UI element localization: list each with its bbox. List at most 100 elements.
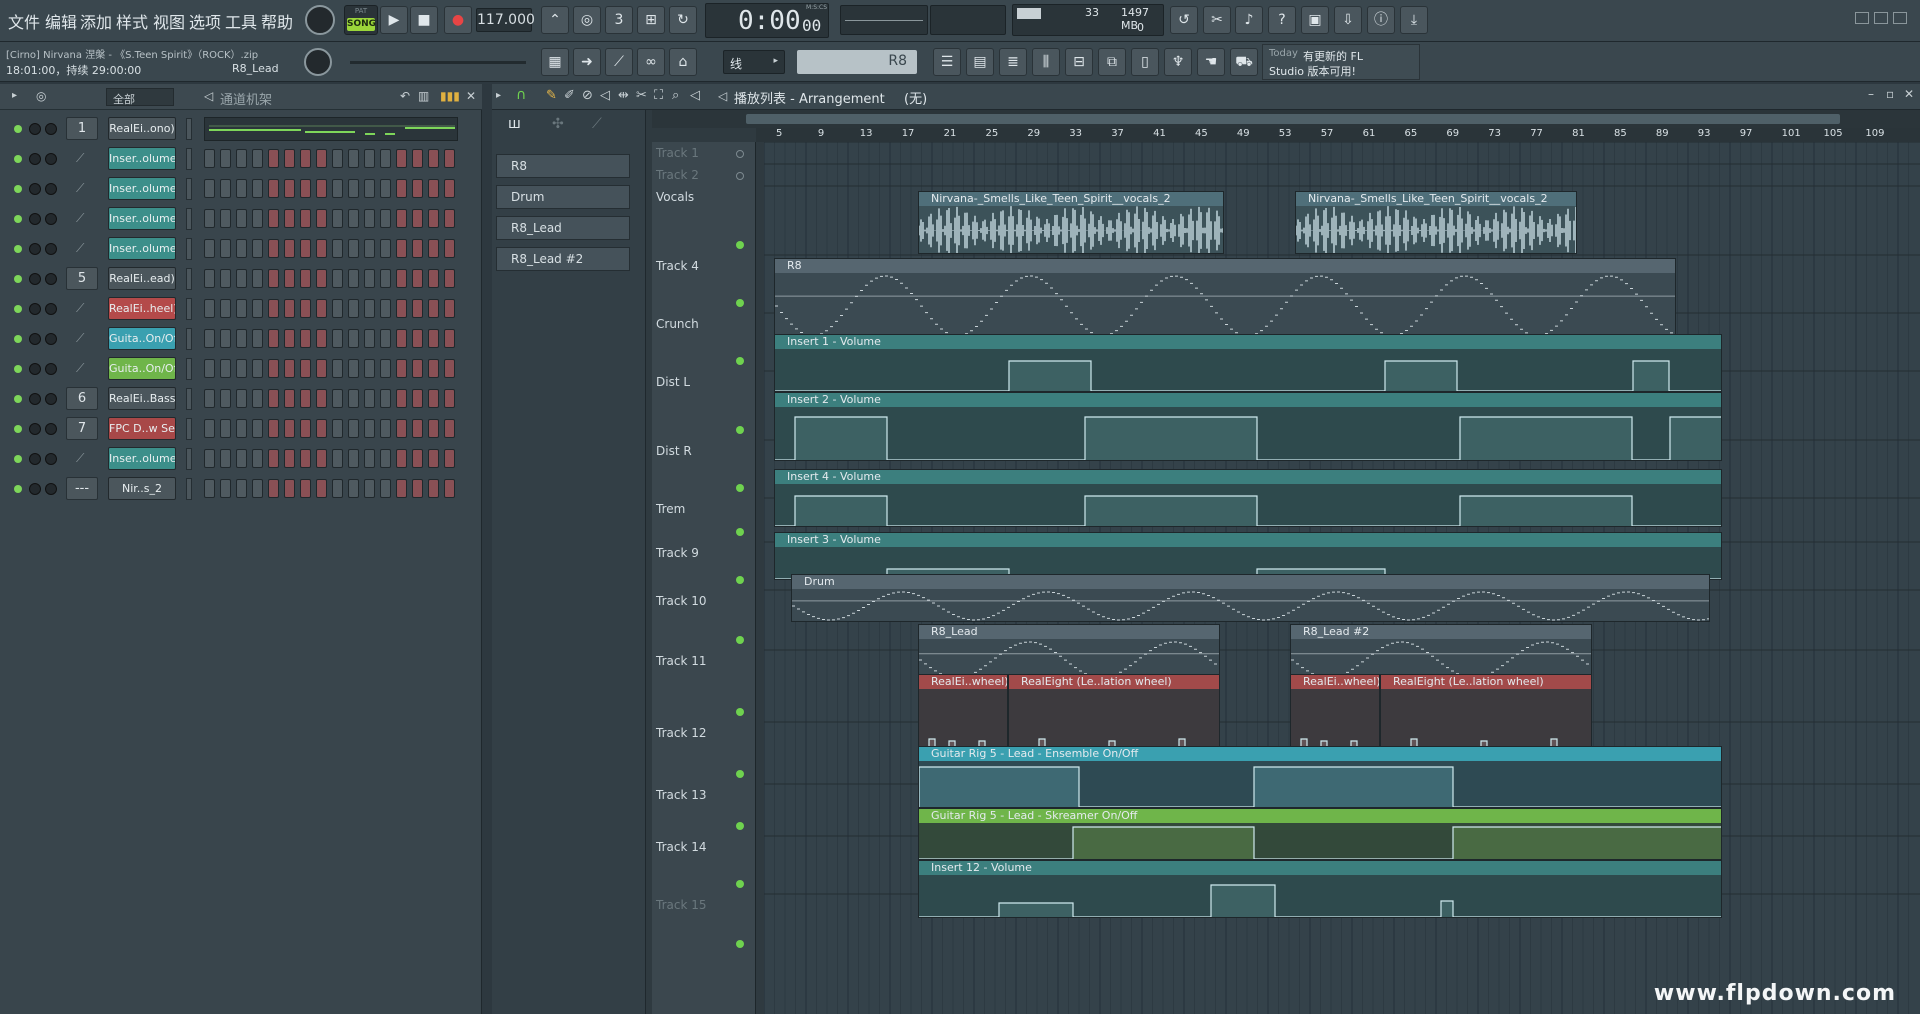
close-button[interactable] [1893, 12, 1907, 24]
maximize-button[interactable] [1874, 12, 1888, 24]
metronome-button[interactable]: ⌃ [541, 6, 569, 34]
download-button[interactable]: ⤓ [1400, 6, 1428, 34]
step-button[interactable] [252, 389, 263, 408]
step-button[interactable] [284, 329, 295, 348]
automation-clip[interactable]: Insert 12 - Volume [918, 860, 1722, 918]
step-button[interactable] [380, 149, 391, 168]
automation-clip[interactable]: Insert 2 - Volume [774, 392, 1722, 461]
step-button[interactable] [396, 419, 407, 438]
step-button[interactable] [380, 269, 391, 288]
step-button[interactable] [428, 149, 439, 168]
step-button[interactable] [364, 269, 375, 288]
news-panel[interactable]: Today 有更新的 FL Studio 版本可用! [1262, 44, 1420, 80]
step-button[interactable] [364, 149, 375, 168]
channel-mixer-track[interactable]: 7 [66, 417, 98, 440]
step-button[interactable] [428, 179, 439, 198]
brush-icon[interactable]: ✐ [564, 88, 575, 103]
step-button[interactable] [380, 359, 391, 378]
channel-rack-button[interactable]: ≣ [999, 48, 1027, 76]
step-button[interactable] [380, 329, 391, 348]
channel-name-button[interactable]: Inser..olume [108, 237, 176, 260]
step-button[interactable] [348, 389, 359, 408]
channel-mute-led[interactable] [14, 485, 22, 493]
track-name[interactable]: Dist L [656, 375, 690, 389]
track-enable-led[interactable] [736, 940, 744, 948]
step-button[interactable] [252, 239, 263, 258]
play-button[interactable]: ▶ [380, 6, 408, 34]
channel-name-button[interactable]: Nir..s_2 [108, 477, 176, 500]
step-button[interactable] [236, 359, 247, 378]
channel-mute-led[interactable] [14, 365, 22, 373]
track-enable-led[interactable] [736, 528, 744, 536]
menu-options[interactable]: 选项 [189, 9, 221, 33]
step-button[interactable] [236, 449, 247, 468]
track-enable-led[interactable] [736, 299, 744, 307]
channel-volume-knob[interactable] [45, 123, 57, 135]
step-button[interactable] [300, 419, 311, 438]
step-button[interactable] [444, 269, 455, 288]
step-button[interactable] [428, 479, 439, 498]
menu-file[interactable]: 文件 [8, 9, 40, 33]
automation-clip[interactable]: Insert 1 - Volume [774, 334, 1722, 392]
automation-clip[interactable]: Guitar Rig 5 - Lead - Skreamer On/Off [918, 808, 1722, 860]
step-button[interactable] [428, 299, 439, 318]
step-button[interactable] [268, 479, 279, 498]
pattern-clip[interactable]: R8_Lead [918, 624, 1220, 680]
channel-pan-knob[interactable] [29, 183, 41, 195]
step-button[interactable] [284, 299, 295, 318]
step-button[interactable] [252, 209, 263, 228]
step-button[interactable] [300, 479, 311, 498]
track-enable-led[interactable] [736, 172, 744, 180]
arrow-tool-button[interactable]: ➜ [573, 48, 601, 76]
channel-name-button[interactable]: Inser..olume [108, 207, 176, 230]
step-button[interactable] [300, 449, 311, 468]
channel-volume-knob[interactable] [45, 183, 57, 195]
channel-row[interactable]: ⟋ Inser..olume [0, 234, 482, 264]
step-button[interactable] [332, 419, 343, 438]
step-button[interactable] [380, 389, 391, 408]
channel-select-indicator[interactable] [186, 358, 192, 380]
step-button[interactable] [268, 299, 279, 318]
track-enable-led[interactable] [736, 770, 744, 778]
step-button[interactable] [236, 299, 247, 318]
channel-row[interactable]: ⟋ Inser..olume [0, 204, 482, 234]
channel-name-button[interactable]: FPC D..w Set [108, 417, 176, 440]
step-button[interactable] [252, 299, 263, 318]
step-button[interactable] [316, 419, 327, 438]
pattern-selector[interactable]: R8 [797, 50, 917, 74]
step-button[interactable] [396, 449, 407, 468]
step-button[interactable] [204, 449, 215, 468]
step-button[interactable] [220, 329, 231, 348]
pattern-clip[interactable]: R8 [774, 258, 1676, 338]
maximize-icon[interactable]: ▫ [1886, 87, 1894, 101]
audio-clip[interactable]: Nirvana-_Smells_Like_Teen_Spirit__vocals… [918, 191, 1224, 254]
track-enable-led[interactable] [736, 426, 744, 434]
step-button[interactable] [444, 479, 455, 498]
step-button[interactable] [364, 299, 375, 318]
step-button[interactable] [316, 209, 327, 228]
slip-icon[interactable]: ⇹ [618, 88, 629, 103]
track-name[interactable]: Track 9 [656, 546, 699, 560]
close-icon[interactable]: ✕ [1904, 87, 1914, 101]
step-button[interactable] [364, 419, 375, 438]
menu-patterns[interactable]: 样式 [116, 9, 148, 33]
loop-record-button[interactable]: ↻ [669, 6, 697, 34]
step-button[interactable] [284, 449, 295, 468]
snap-select[interactable]: 线 ▸ [723, 50, 785, 74]
step-button[interactable] [204, 329, 215, 348]
step-button[interactable] [332, 269, 343, 288]
select-icon[interactable]: ⛶ [654, 88, 663, 103]
step-button[interactable] [364, 359, 375, 378]
step-button[interactable] [428, 329, 439, 348]
pattern-item-r8[interactable]: R8 [496, 154, 630, 178]
channel-row[interactable]: 5 RealEi..ead) [0, 264, 482, 294]
channel-mute-led[interactable] [14, 125, 22, 133]
step-button[interactable] [284, 389, 295, 408]
browser-button[interactable]: ⊟ [1065, 48, 1093, 76]
pat-song-toggle[interactable]: PAT SONG [344, 5, 378, 35]
tempo-tapper-button[interactable]: ☚ [1197, 48, 1225, 76]
channel-mixer-track[interactable]: 1 [66, 117, 98, 140]
step-button[interactable] [284, 209, 295, 228]
mute-icon[interactable]: ◁ [600, 88, 610, 103]
step-button[interactable] [236, 179, 247, 198]
